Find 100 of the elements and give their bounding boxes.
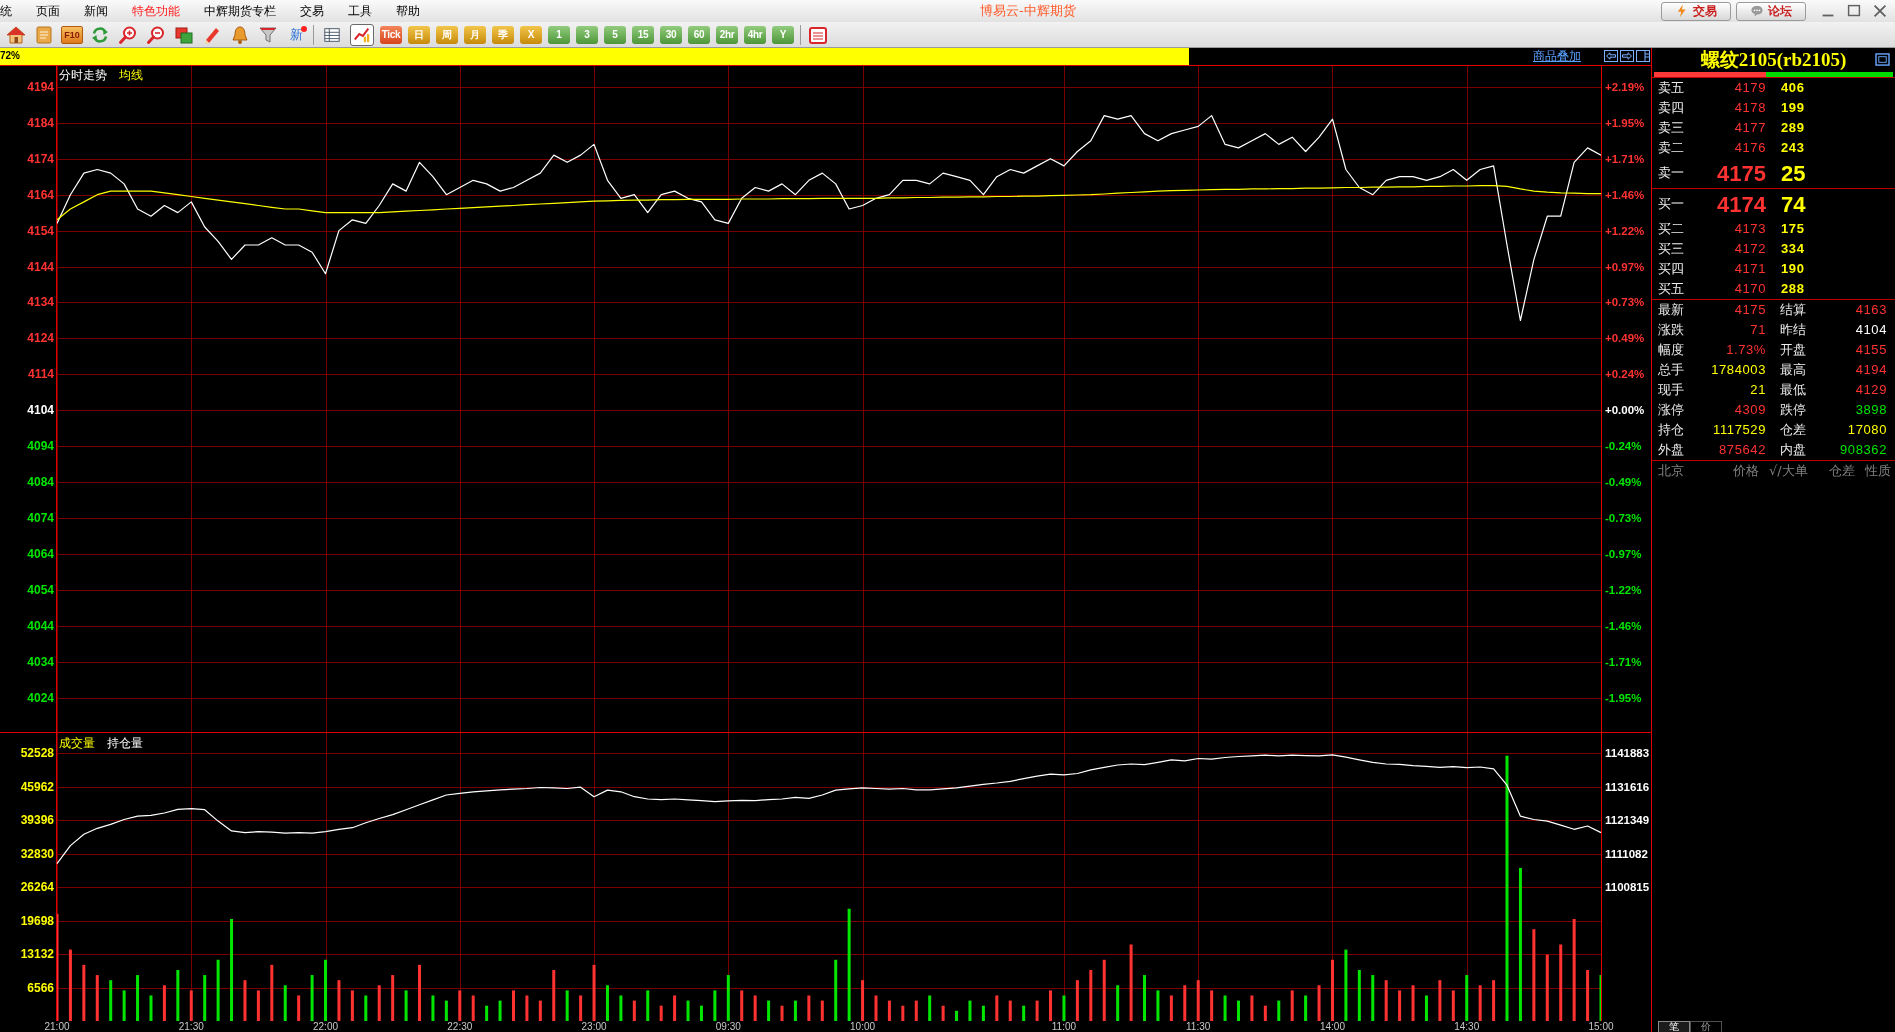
volume-bar <box>1049 990 1053 1021</box>
bell-icon[interactable] <box>229 24 251 45</box>
volume-bar <box>780 1005 784 1021</box>
chart-view-button[interactable] <box>350 23 374 46</box>
volume-bar <box>176 970 180 1021</box>
volume-bar <box>1250 995 1254 1021</box>
menu-item[interactable]: 特色功能 <box>132 3 180 19</box>
volume-bar <box>243 980 247 1021</box>
order-price: 4172 <box>1733 241 1766 257</box>
left-arrow-icon[interactable] <box>1604 50 1618 62</box>
volume-bar <box>646 990 650 1021</box>
volume-bar <box>1022 1005 1026 1021</box>
volume-bar <box>1089 970 1093 1021</box>
price-axis-label: 4124 <box>27 331 54 345</box>
menu-item[interactable]: 工具 <box>348 3 372 19</box>
volume-bar <box>122 990 126 1021</box>
period-button[interactable]: 周 <box>436 25 458 44</box>
panel-layout-icon[interactable] <box>1636 50 1650 62</box>
home-icon[interactable] <box>5 24 27 45</box>
menu-item[interactable]: 新闻 <box>84 3 108 19</box>
volume-bar <box>1196 980 1200 1021</box>
volume-bar <box>1304 995 1308 1021</box>
stat-value: 875642 <box>1718 442 1766 458</box>
order-label: 买一 <box>1658 196 1685 212</box>
period-button[interactable]: 月 <box>464 25 486 44</box>
period-button[interactable]: 3 <box>576 25 598 44</box>
window-restore-icon[interactable] <box>1875 53 1890 66</box>
volume-bar <box>189 990 193 1021</box>
volume-bar <box>1317 985 1321 1021</box>
overlay-link[interactable]: 商品叠加 <box>1533 49 1581 64</box>
volume-bar <box>887 1000 891 1021</box>
news-button[interactable]: 新 <box>285 24 307 45</box>
order-price: 4175 <box>1716 160 1766 186</box>
open-interest-axis-label: 1121349 <box>1605 813 1650 827</box>
zoom-in-icon[interactable] <box>117 24 139 45</box>
legend-label: 均线 <box>119 68 143 82</box>
overlapping-squares-icon[interactable] <box>173 24 195 45</box>
tab[interactable]: 价 <box>1690 1021 1722 1032</box>
time-axis-label: 11:30 <box>1186 1021 1211 1032</box>
right-arrow-icon[interactable] <box>1620 50 1634 62</box>
f10-button[interactable]: F10 <box>61 25 83 44</box>
price-axis-label: 4054 <box>27 583 54 597</box>
menu-item[interactable]: 帮助 <box>396 3 420 19</box>
tab[interactable]: 笔 <box>1658 1021 1690 1032</box>
period-button[interactable]: 1 <box>548 25 570 44</box>
stat-value: 3898 <box>1854 402 1887 418</box>
volume-bar <box>1223 995 1227 1021</box>
stat-label: 跌停 <box>1779 402 1807 418</box>
order-volume: 288 <box>1780 281 1805 297</box>
order-volume: 334 <box>1780 241 1805 257</box>
funnel-icon[interactable] <box>257 24 279 45</box>
forum-button[interactable]: 论坛 <box>1736 1 1806 21</box>
menu-item[interactable]: 交易 <box>300 3 324 19</box>
price-axis-label: 4074 <box>27 511 54 525</box>
period-button[interactable]: 5 <box>604 25 626 44</box>
volume-bar <box>995 995 999 1021</box>
stat-label: 最高 <box>1779 362 1807 378</box>
trade-button[interactable]: 交易 <box>1661 1 1731 21</box>
menu-item[interactable]: 中辉期货专栏 <box>204 3 276 19</box>
period-button[interactable]: 2hr <box>716 25 738 44</box>
stat-value: 21 <box>1749 382 1766 398</box>
order-volume: 25 <box>1780 160 1806 186</box>
volume-bar <box>619 995 623 1021</box>
volume-bar <box>297 995 301 1021</box>
volume-bar <box>1116 985 1120 1021</box>
volume-bar <box>1478 985 1482 1021</box>
volume-axis-label: 52528 <box>20 746 54 760</box>
volume-bar <box>149 995 153 1021</box>
price-axis-label: 4104 <box>27 403 54 417</box>
period-button[interactable]: 4hr <box>744 25 766 44</box>
stat-value: 1.73% <box>1725 342 1766 358</box>
volume-bar <box>485 1005 489 1021</box>
period-button[interactable]: 30 <box>660 25 682 44</box>
volume-bar <box>726 975 730 1021</box>
volume-bar <box>1492 980 1496 1021</box>
volume-bar <box>901 1005 905 1021</box>
period-button[interactable]: 日 <box>408 25 430 44</box>
volume-bar <box>552 970 556 1021</box>
stat-value: 4104 <box>1854 322 1887 338</box>
period-button[interactable]: X <box>520 25 542 44</box>
period-button[interactable]: 15 <box>632 25 654 44</box>
order-price: 4178 <box>1733 100 1766 116</box>
percent-axis-label: +0.73% <box>1605 296 1645 309</box>
volume-bar <box>968 1000 972 1021</box>
period-button[interactable]: 季 <box>492 25 514 44</box>
order-price: 4174 <box>1716 191 1766 217</box>
period-button[interactable]: Tick <box>380 25 402 44</box>
stat-label: 现手 <box>1658 382 1685 398</box>
zoom-out-icon[interactable] <box>145 24 167 45</box>
volume-bar <box>1143 975 1146 1021</box>
stat-value: 1117529 <box>1712 422 1766 438</box>
price-axis-label: 4184 <box>27 116 54 130</box>
period-button[interactable]: Y <box>772 25 794 44</box>
period-button[interactable]: 60 <box>688 25 710 44</box>
calendar-icon[interactable] <box>807 24 829 45</box>
menu-item[interactable]: 统 <box>0 3 12 19</box>
time-axis-label: 21:00 <box>44 1021 70 1032</box>
menu-item[interactable]: 页面 <box>36 3 60 19</box>
time-axis-label: 09:30 <box>715 1021 741 1032</box>
order-price: 4176 <box>1733 140 1766 156</box>
